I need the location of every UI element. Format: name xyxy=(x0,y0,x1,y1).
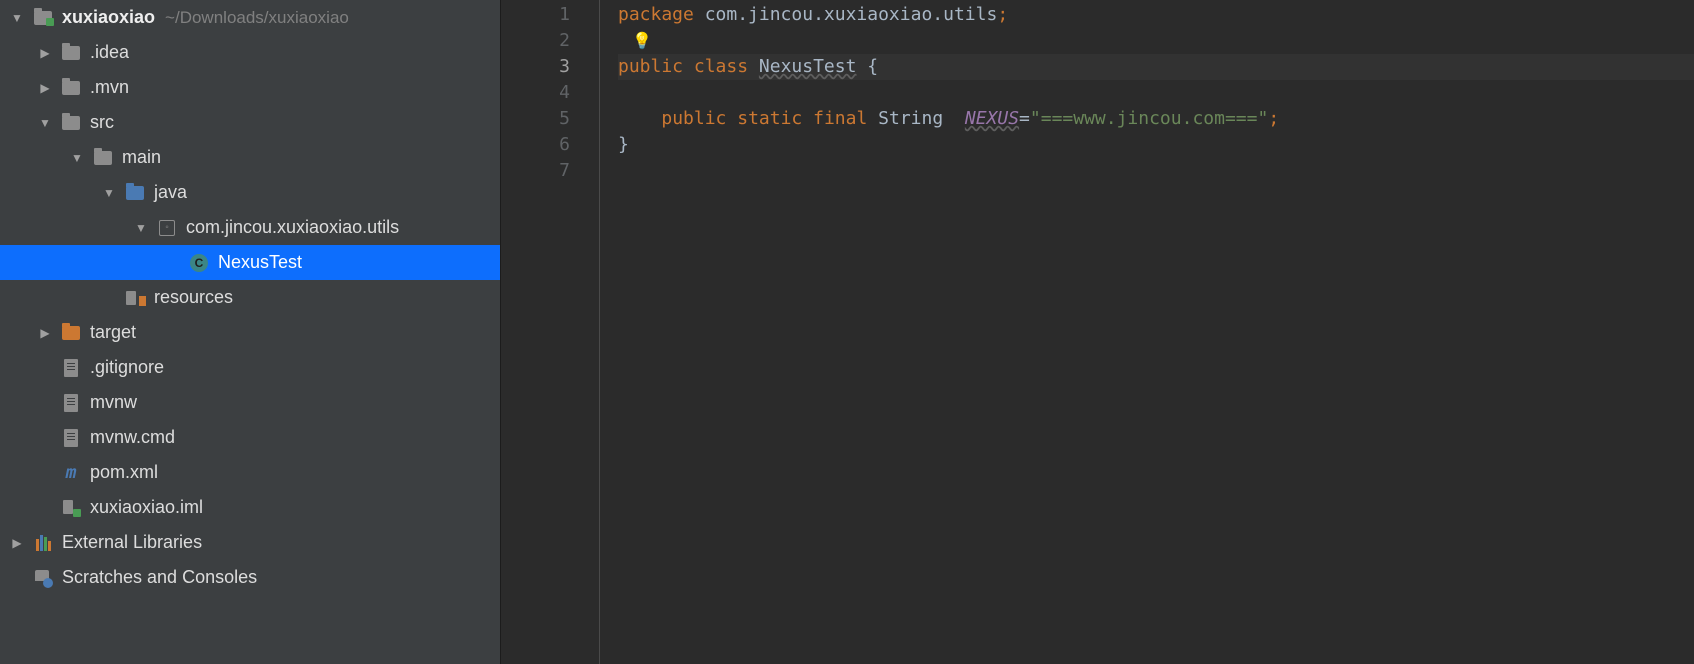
libraries-icon xyxy=(32,532,54,554)
item-label: NexusTest xyxy=(218,252,302,273)
field-name: NEXUS xyxy=(965,108,1019,129)
tree-item-root[interactable]: ▼ xuxiaoxiao ~/Downloads/xuxiaoxiao xyxy=(0,0,500,35)
code-line-1[interactable]: package com.jincou.xuxiaoxiao.utils; xyxy=(618,2,1694,28)
item-label: .gitignore xyxy=(90,357,164,378)
item-label: main xyxy=(122,147,161,168)
brace: } xyxy=(618,134,629,155)
tree-item-src[interactable]: ▼ src xyxy=(0,105,500,140)
keyword: public xyxy=(661,108,726,129)
root-label: xuxiaoxiao xyxy=(62,7,155,28)
code-line-4[interactable] xyxy=(618,80,1694,106)
keyword: public xyxy=(618,56,683,77)
keyword: class xyxy=(694,56,748,77)
code-line-5[interactable]: public static final String NEXUS="===www… xyxy=(618,106,1694,132)
item-label: mvnw xyxy=(90,392,137,413)
string-literal: "===www.jincou.com===" xyxy=(1030,108,1268,129)
chevron-down-icon: ▼ xyxy=(8,11,26,25)
code-line-6[interactable]: } xyxy=(618,132,1694,158)
editor-gutter[interactable]: 1 2 3 4 5 6 7 xyxy=(500,0,600,664)
file-icon xyxy=(60,357,82,379)
chevron-right-icon: ▶ xyxy=(36,81,54,95)
item-label: External Libraries xyxy=(62,532,202,553)
code-line-3[interactable]: public class NexusTest { xyxy=(618,54,1694,80)
line-number[interactable]: 6 xyxy=(501,132,600,158)
operator: = xyxy=(1019,108,1030,129)
package-path: com.jincou.xuxiaoxiao.utils xyxy=(705,4,998,25)
item-label: xuxiaoxiao.iml xyxy=(90,497,203,518)
file-icon xyxy=(60,392,82,414)
tree-item-nexustest[interactable]: ▶ C NexusTest xyxy=(0,245,500,280)
item-label: java xyxy=(154,182,187,203)
line-number[interactable]: 1 xyxy=(501,2,600,28)
type: String xyxy=(878,108,943,129)
code-editor[interactable]: package com.jincou.xuxiaoxiao.utils; 💡 p… xyxy=(600,0,1694,664)
item-label: pom.xml xyxy=(90,462,158,483)
line-number[interactable]: 7 xyxy=(501,158,600,184)
intention-bulb-icon[interactable]: 💡 xyxy=(632,28,652,54)
tree-item-mvn[interactable]: ▶ .mvn xyxy=(0,70,500,105)
chevron-right-icon: ▶ xyxy=(8,536,26,550)
chevron-right-icon: ▶ xyxy=(36,46,54,60)
item-label: com.jincou.xuxiaoxiao.utils xyxy=(186,217,399,238)
line-number[interactable]: 4 xyxy=(501,80,600,106)
module-icon xyxy=(32,7,54,29)
tree-item-iml[interactable]: ▶ xuxiaoxiao.iml xyxy=(0,490,500,525)
folder-icon xyxy=(60,42,82,64)
folder-icon xyxy=(60,112,82,134)
maven-icon: m xyxy=(60,462,82,484)
java-class-icon: C xyxy=(188,252,210,274)
package-icon: ◦ xyxy=(156,217,178,239)
tree-item-mvnwcmd[interactable]: ▶ mvnw.cmd xyxy=(0,420,500,455)
chevron-down-icon: ▼ xyxy=(36,116,54,130)
item-label: .mvn xyxy=(90,77,129,98)
item-label: mvnw.cmd xyxy=(90,427,175,448)
line-number[interactable]: 3 xyxy=(501,54,600,80)
class-name: NexusTest xyxy=(759,56,857,77)
scratches-icon xyxy=(32,567,54,589)
resources-folder-icon xyxy=(124,287,146,309)
keyword: static xyxy=(737,108,802,129)
semicolon: ; xyxy=(1268,108,1279,129)
tree-item-target[interactable]: ▶ target xyxy=(0,315,500,350)
line-number[interactable]: 5 xyxy=(501,106,600,132)
excluded-folder-icon xyxy=(60,322,82,344)
project-tree[interactable]: ▼ xuxiaoxiao ~/Downloads/xuxiaoxiao ▶ .i… xyxy=(0,0,500,664)
tree-item-scratches[interactable]: ▶ Scratches and Consoles xyxy=(0,560,500,595)
tree-item-gitignore[interactable]: ▶ .gitignore xyxy=(0,350,500,385)
item-label: resources xyxy=(154,287,233,308)
item-label: Scratches and Consoles xyxy=(62,567,257,588)
folder-icon xyxy=(60,77,82,99)
chevron-down-icon: ▼ xyxy=(100,186,118,200)
chevron-down-icon: ▼ xyxy=(132,221,150,235)
item-label: target xyxy=(90,322,136,343)
iml-icon xyxy=(60,497,82,519)
brace: { xyxy=(867,56,878,77)
item-label: .idea xyxy=(90,42,129,63)
folder-icon xyxy=(92,147,114,169)
root-path: ~/Downloads/xuxiaoxiao xyxy=(165,8,349,28)
tree-item-mvnw[interactable]: ▶ mvnw xyxy=(0,385,500,420)
chevron-down-icon: ▼ xyxy=(68,151,86,165)
file-icon xyxy=(60,427,82,449)
tree-item-main[interactable]: ▼ main xyxy=(0,140,500,175)
tree-item-resources[interactable]: ▶ resources xyxy=(0,280,500,315)
tree-item-pom[interactable]: ▶ m pom.xml xyxy=(0,455,500,490)
semicolon: ; xyxy=(997,4,1008,25)
tree-item-idea[interactable]: ▶ .idea xyxy=(0,35,500,70)
code-line-2[interactable]: 💡 xyxy=(618,28,1694,54)
line-number[interactable]: 2 xyxy=(501,28,600,54)
tree-item-java[interactable]: ▼ java xyxy=(0,175,500,210)
chevron-right-icon: ▶ xyxy=(36,326,54,340)
keyword: package xyxy=(618,4,694,25)
item-label: src xyxy=(90,112,114,133)
source-folder-icon xyxy=(124,182,146,204)
keyword: final xyxy=(813,108,867,129)
tree-item-external-libraries[interactable]: ▶ External Libraries xyxy=(0,525,500,560)
tree-item-package[interactable]: ▼ ◦ com.jincou.xuxiaoxiao.utils xyxy=(0,210,500,245)
code-line-7[interactable] xyxy=(618,158,1694,184)
